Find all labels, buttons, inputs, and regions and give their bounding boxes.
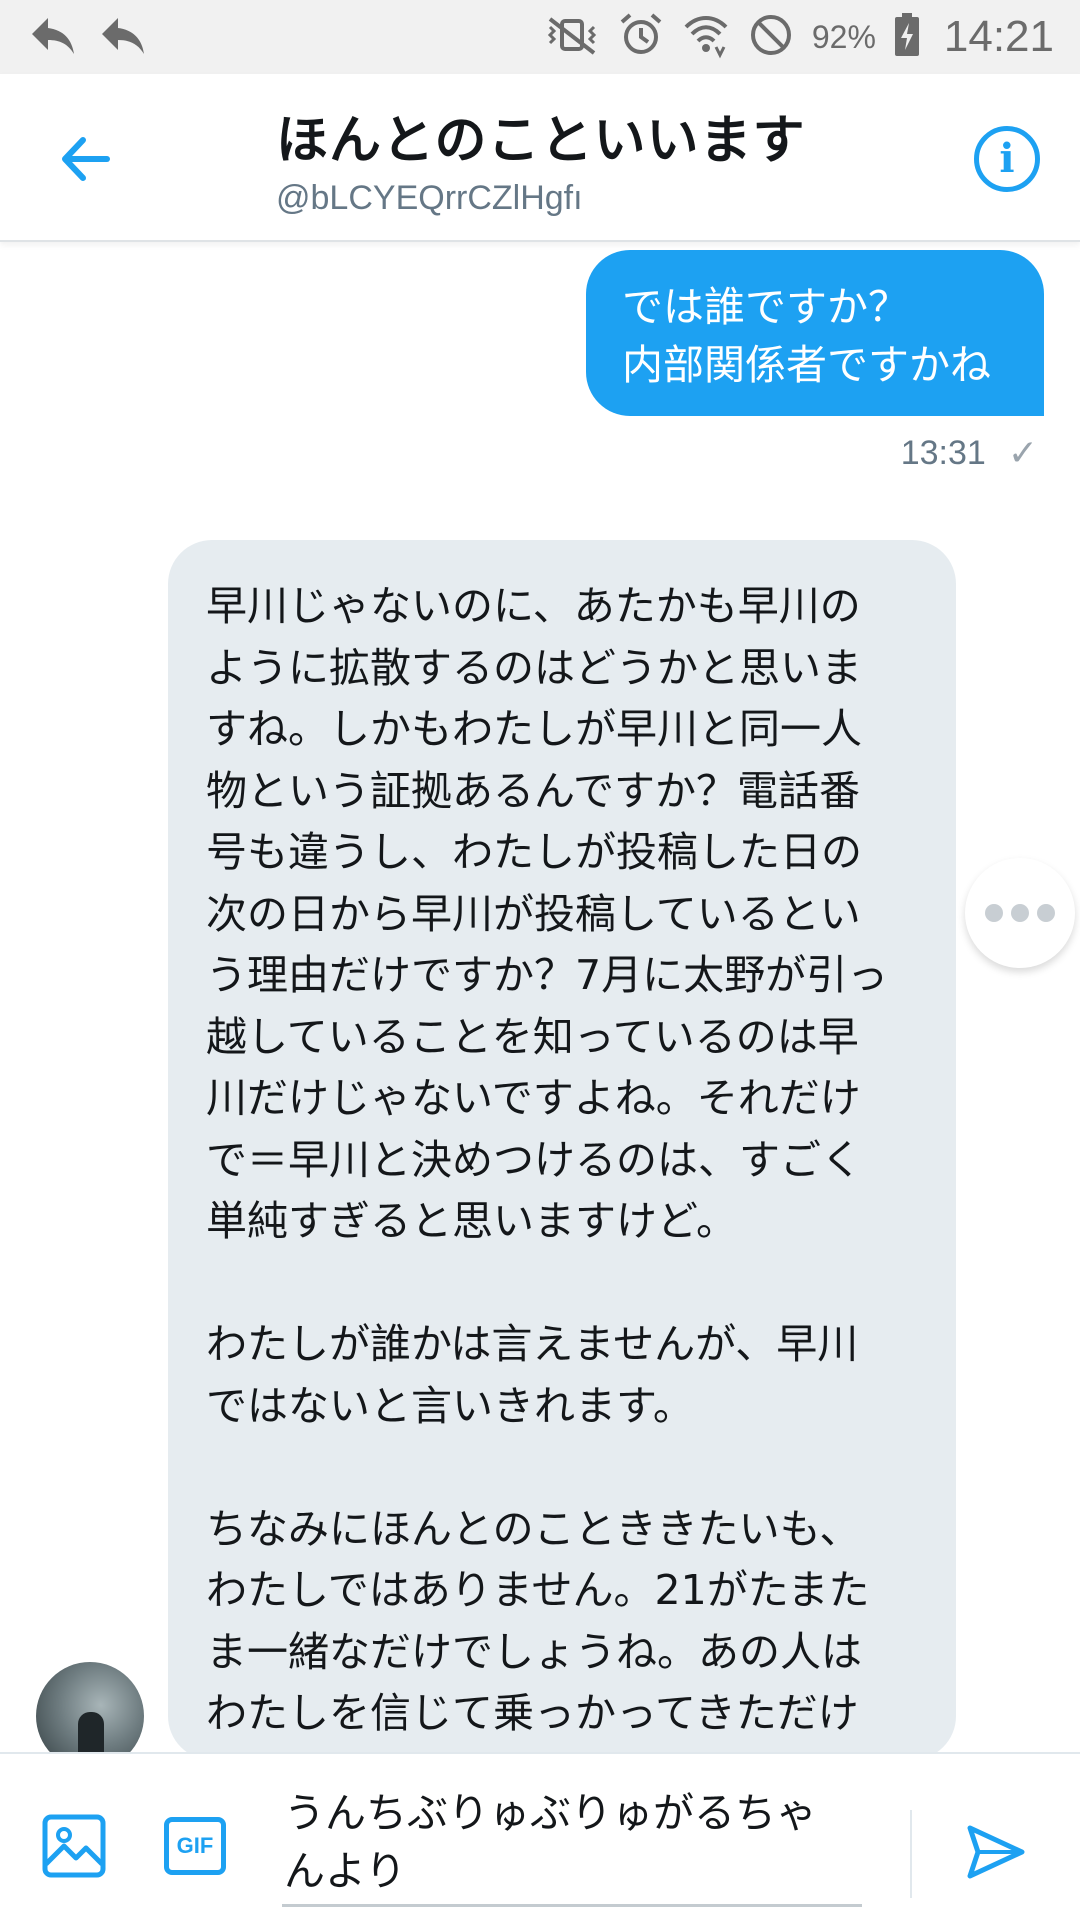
input-underline xyxy=(282,1904,862,1907)
vibrate-off-icon xyxy=(544,15,600,59)
back-arrow-icon xyxy=(28,14,76,62)
message-line: 内部関係者ですかね xyxy=(622,341,991,389)
message-line: わたしが誰かは言えませんが、早川 xyxy=(206,1320,859,1368)
message-line: 越していることを知っているのは早 xyxy=(206,1012,859,1061)
conversation-title-block[interactable]: ほんとのこといいます @bLCYEQrrCZlHgfı xyxy=(276,98,805,218)
message-input[interactable]: うんちぶりゅぶりゅがるちゃ んより xyxy=(284,1784,864,1900)
incoming-message-bubble[interactable]: 早川じゃないのに、あたかも早川の ように拡散するのはどうかと思いま すね。しかも… xyxy=(168,540,956,1760)
battery-charging-icon xyxy=(894,13,920,61)
back-button[interactable] xyxy=(50,124,120,194)
message-meta: 13:31 ✓ xyxy=(901,432,1038,474)
back-arrow-icon xyxy=(62,137,110,181)
message-time: 13:31 xyxy=(900,433,986,472)
message-line: 号も違うし、わたしが投稿した日の xyxy=(206,828,862,876)
input-line: んより xyxy=(284,1847,407,1895)
more-options-button[interactable] xyxy=(965,858,1075,968)
dot-icon xyxy=(985,904,1003,922)
info-button[interactable]: i xyxy=(974,126,1040,192)
message-line: 川だけじゃないですよね。それだけ xyxy=(206,1074,861,1122)
dot-icon xyxy=(1037,904,1055,922)
send-icon xyxy=(967,1825,1025,1879)
check-icon: ✓ xyxy=(1007,432,1038,473)
input-line: うんちぶりゅぶりゅがるちゃ xyxy=(284,1789,817,1837)
divider xyxy=(910,1810,912,1898)
add-image-button[interactable] xyxy=(42,1814,106,1878)
battery-percent: 92% xyxy=(811,18,876,55)
message-line: わたしではありません。21がたまた xyxy=(206,1566,870,1614)
outgoing-message-bubble[interactable]: では誰ですか？ 内部関係者ですかね xyxy=(586,250,1044,416)
message-composer: GIF うんちぶりゅぶりゅがるちゃ んより xyxy=(0,1752,1080,1920)
message-line: 早川じゃないのに、あたかも早川の xyxy=(206,582,861,630)
message-line: ではないと言いきれます。 xyxy=(206,1381,694,1430)
back-arrow-icon xyxy=(98,14,146,62)
conversation-header: ほんとのこといいます @bLCYEQrrCZlHgfı i xyxy=(0,74,1080,242)
alarm-icon xyxy=(618,12,664,62)
gif-label: GIF xyxy=(176,1833,214,1858)
message-line: ように拡散するのはどうかと思いま xyxy=(206,643,862,692)
message-line: う理由だけですか？7月に太野が引っ xyxy=(206,951,889,999)
wifi-icon xyxy=(682,11,730,63)
message-line xyxy=(206,1253,924,1315)
message-line: ちなみにほんとのことききたいも、 xyxy=(206,1504,861,1553)
info-icon: i xyxy=(999,135,1015,182)
message-line: すね。しかもわたしが早川と同一人 xyxy=(206,705,862,753)
message-line: わたしを信じて乗っかってきただけ xyxy=(206,1689,859,1737)
message-line: では誰ですか？ xyxy=(622,283,909,331)
clock: 14:21 xyxy=(943,12,1054,61)
message-line xyxy=(206,1437,924,1499)
user-handle: @bLCYEQrrCZlHgfı xyxy=(276,179,583,217)
message-line: ま一緒なだけでしょうね。あの人は xyxy=(206,1627,862,1676)
send-button[interactable] xyxy=(964,1820,1028,1884)
status-bar: 92% 14:21 xyxy=(0,0,1080,74)
do-not-disturb-icon xyxy=(748,12,794,62)
dot-icon xyxy=(1011,904,1029,922)
add-gif-button[interactable]: GIF xyxy=(164,1817,226,1875)
page-title: ほんとのこといいます xyxy=(276,111,806,171)
message-line: 単純すぎると思いますけど。 xyxy=(206,1197,737,1245)
message-line: 物という証拠あるんですか？電話番 xyxy=(206,766,860,815)
message-line: 次の日から早川が投稿しているとい xyxy=(206,889,861,938)
image-icon xyxy=(42,1814,106,1878)
message-line: で＝早川と決めつけるのは、すごく xyxy=(206,1135,862,1184)
